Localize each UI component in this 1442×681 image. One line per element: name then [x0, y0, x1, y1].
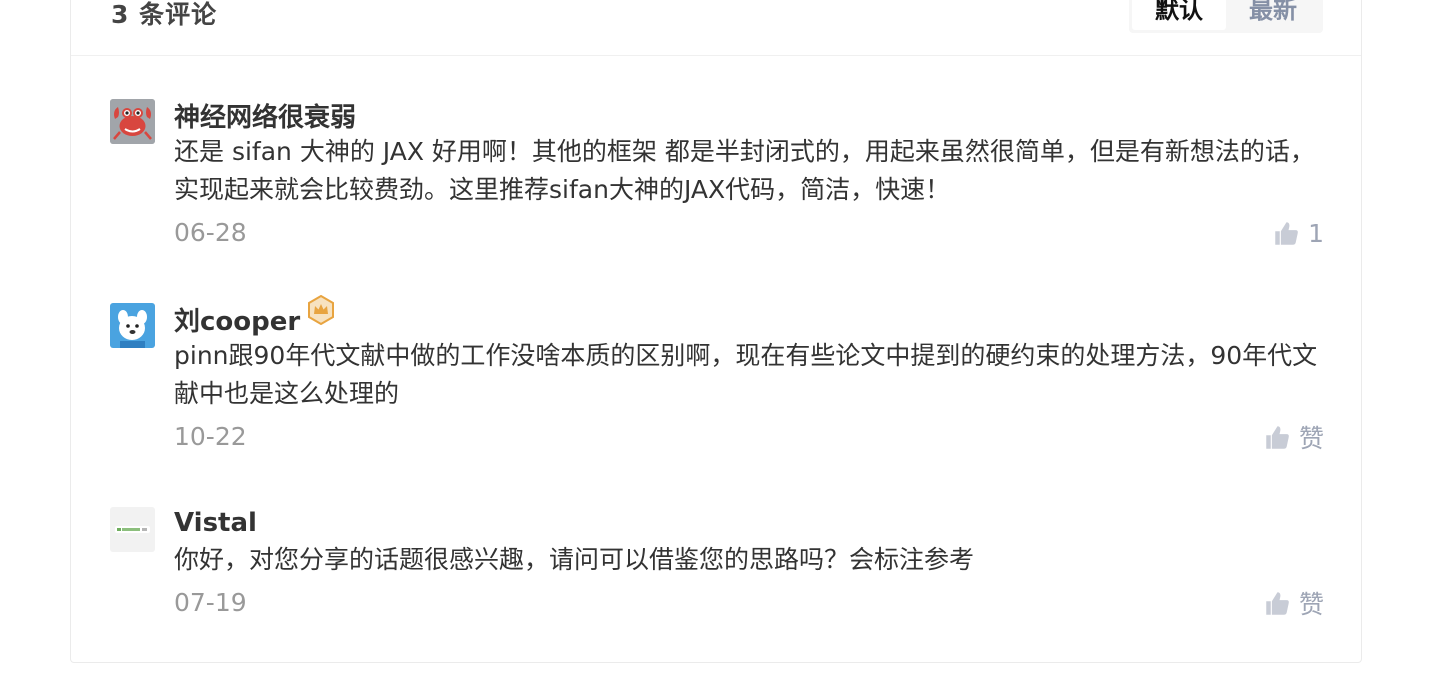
like-label: 赞: [1298, 590, 1324, 619]
author-row: 刘cooper: [174, 295, 1324, 338]
comment-text: pinn跟90年代文献中做的工作没啥本质的区别啊，现在有些论文中提到的硬约束的处…: [174, 341, 1318, 408]
comment-meta: 06-28 1: [174, 213, 1324, 253]
thumbs-up-icon: [1266, 425, 1289, 449]
sort-latest-button[interactable]: 最新: [1226, 0, 1320, 30]
comment-text: 你好，对您分享的话题很感兴趣，请问可以借鉴您的思路吗？会标注参考: [174, 545, 975, 574]
comment-text: 还是 sifan 大神的 JAX 好用啊！其他的框架 都是半封闭式的，用起来虽然…: [174, 137, 1315, 204]
crab-avatar-icon[interactable]: [110, 99, 155, 144]
thumbs-up-icon: [1266, 591, 1289, 615]
comment-body: 神经网络很衰弱 还是 sifan 大神的 JAX 好用啊！其他的框架 都是半封闭…: [174, 97, 1324, 253]
comment-count-title: 3 条评论: [111, 0, 218, 29]
comments-header: 3 条评论 默认 最新: [71, 0, 1361, 56]
comment-time: 06-28: [174, 218, 247, 247]
thumbs-up-icon: [1275, 221, 1298, 245]
comment-meta: 07-19 赞: [174, 583, 1324, 623]
cartoon-dog-avatar-icon[interactable]: [110, 303, 155, 348]
sort-default-button[interactable]: 默认: [1132, 0, 1226, 30]
comment-author[interactable]: 神经网络很衰弱: [174, 97, 356, 134]
like-label: 赞: [1298, 424, 1324, 453]
like-count: 1: [1308, 218, 1324, 248]
comment-body: 刘cooper pinn跟90年代文献中做的工作没啥本质的区别啊，现在有些论文中…: [174, 295, 1324, 457]
crown-badge-icon: [308, 295, 335, 325]
author-row: Vistal: [174, 505, 1324, 541]
like-button[interactable]: 1: [1273, 213, 1324, 253]
comment-author[interactable]: 刘cooper: [174, 301, 300, 338]
comment-meta: 10-22 赞: [174, 417, 1324, 457]
sort-toggle: 默认 最新: [1129, 0, 1323, 33]
author-row: 神经网络很衰弱: [174, 97, 1324, 133]
comment-author[interactable]: Vistal: [174, 508, 257, 538]
like-button[interactable]: 赞: [1264, 417, 1324, 457]
comment-time: 07-19: [174, 588, 247, 617]
logo-avatar-icon[interactable]: [110, 507, 155, 552]
comment-body: Vistal 你好，对您分享的话题很感兴趣，请问可以借鉴您的思路吗？会标注参考 …: [174, 505, 1324, 623]
comments-card: 3 条评论 默认 最新 神经网络很衰弱 还是 sifan 大神的 JAX 好用啊…: [70, 0, 1362, 663]
like-button[interactable]: 赞: [1264, 583, 1324, 623]
comment-time: 10-22: [174, 422, 247, 451]
